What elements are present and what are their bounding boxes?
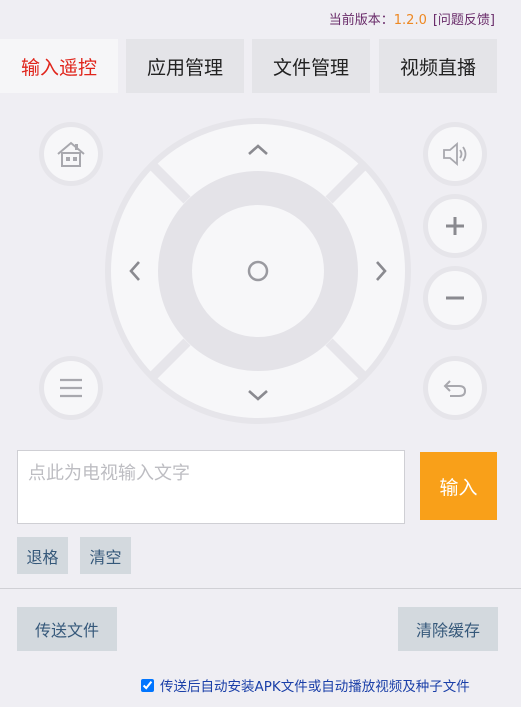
- tab-bar: 输入遥控 应用管理 文件管理 视频直播: [0, 39, 521, 93]
- tab-input-remote[interactable]: 输入遥控: [0, 39, 118, 93]
- feedback-link[interactable]: [问题反馈]: [433, 13, 495, 28]
- backspace-button[interactable]: 退格: [17, 537, 68, 574]
- send-file-button[interactable]: 传送文件: [17, 607, 117, 651]
- clear-button[interactable]: 清空: [80, 537, 131, 574]
- divider: [0, 588, 521, 589]
- auto-install-checkbox[interactable]: [141, 678, 154, 692]
- tv-text-input[interactable]: [18, 451, 404, 523]
- menu-button[interactable]: [39, 356, 103, 420]
- minus-icon: [446, 296, 464, 300]
- home-icon: [57, 141, 85, 167]
- remote-panel: [0, 96, 521, 436]
- plus-icon: [446, 217, 464, 235]
- volume-up-button[interactable]: [423, 194, 487, 258]
- auto-install-option: 传送后自动安装APK文件或自动播放视频及种子文件: [141, 675, 470, 695]
- clear-cache-button[interactable]: 清除缓存: [398, 607, 498, 651]
- tab-app-manage[interactable]: 应用管理: [126, 39, 244, 93]
- version-label: 当前版本：: [328, 13, 394, 28]
- auto-install-label[interactable]: 传送后自动安装APK文件或自动播放视频及种子文件: [160, 675, 470, 695]
- submit-input-button[interactable]: 输入: [420, 452, 497, 520]
- version-bar: 当前版本：1.2.0 [问题反馈]: [329, 9, 495, 28]
- menu-icon: [60, 378, 82, 398]
- version-number: 1.2.0: [393, 13, 427, 28]
- ok-button[interactable]: [192, 205, 324, 337]
- tab-video-live[interactable]: 视频直播: [379, 39, 497, 93]
- volume-button[interactable]: [423, 122, 487, 186]
- volume-down-button[interactable]: [423, 266, 487, 330]
- tab-file-manage[interactable]: 文件管理: [252, 39, 370, 93]
- back-button[interactable]: [423, 356, 487, 420]
- tv-text-input-wrapper: [17, 450, 405, 524]
- back-icon: [443, 380, 467, 397]
- home-button[interactable]: [39, 122, 103, 186]
- volume-icon: [443, 142, 467, 166]
